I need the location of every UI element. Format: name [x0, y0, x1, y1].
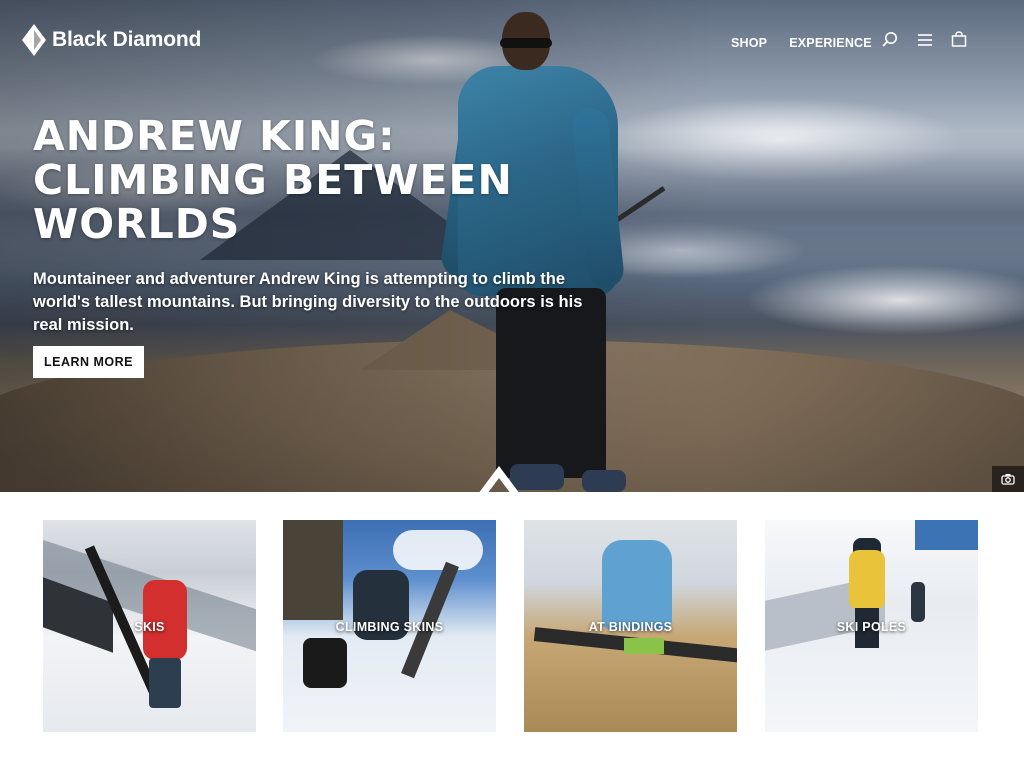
nav-shop[interactable]: SHOP	[731, 36, 767, 50]
category-label: SKI POLES	[836, 620, 907, 634]
category-card-skis[interactable]: SKIS	[43, 520, 256, 732]
menu-icon[interactable]	[915, 30, 935, 50]
category-card-climbing-skins[interactable]: CLIMBING SKINS	[283, 520, 496, 732]
hero-subtitle: Mountaineer and adventurer Andrew King i…	[33, 270, 583, 334]
hero-title-line: WORLDS	[33, 200, 241, 248]
diamond-divider-icon	[479, 466, 519, 492]
hero-title: ANDREW KING: CLIMBING BETWEEN WORLDS	[33, 114, 653, 246]
hero-title-line: ANDREW KING:	[33, 112, 396, 160]
hero-title-line: CLIMBING BETWEEN	[33, 156, 513, 204]
category-label: SKIS	[134, 620, 165, 634]
category-card-ski-poles[interactable]: SKI POLES	[765, 520, 978, 732]
nav-experience[interactable]: EXPERIENCE	[789, 36, 872, 50]
top-navigation: Black Diamond SHOP EXPERIENCE	[0, 0, 1024, 80]
category-grid: SKIS CLIMBING SKINS AT BINDINGS SKI POLE…	[43, 520, 978, 732]
main-nav: SHOP EXPERIENCE	[731, 36, 872, 50]
learn-more-button[interactable]: LEARN MORE	[33, 346, 144, 378]
category-label: AT BINDINGS	[588, 620, 673, 634]
hero-content: ANDREW KING: CLIMBING BETWEEN WORLDS Mou…	[33, 114, 653, 337]
camera-icon[interactable]	[992, 466, 1024, 492]
category-card-at-bindings[interactable]: AT BINDINGS	[524, 520, 737, 732]
bag-icon[interactable]	[949, 30, 969, 50]
diamond-logo-icon	[22, 24, 46, 56]
brand-logo[interactable]: Black Diamond	[22, 24, 201, 56]
category-label: CLIMBING SKINS	[335, 620, 444, 634]
brand-name: Black Diamond	[52, 28, 202, 51]
search-icon[interactable]	[880, 30, 900, 50]
